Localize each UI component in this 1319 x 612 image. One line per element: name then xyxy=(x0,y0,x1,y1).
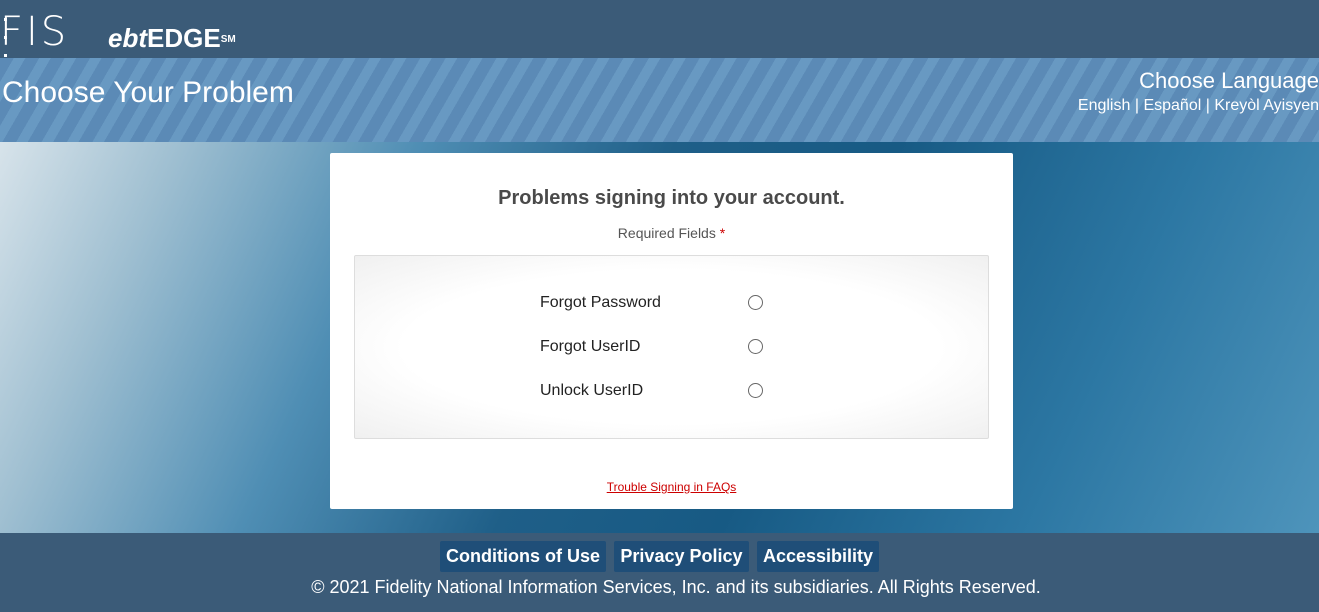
title-bar: Choose Your Problem Choose Language Engl… xyxy=(0,58,1319,142)
option-unlock-userid[interactable]: Unlock UserID xyxy=(540,380,780,404)
copyright-text: © 2021 Fidelity National Information Ser… xyxy=(311,577,1041,597)
logo-fis: FIS xyxy=(0,9,70,55)
language-title: Choose Language xyxy=(1139,68,1319,93)
logo-edge: EDGE xyxy=(147,23,221,53)
accessibility-link[interactable]: Accessibility xyxy=(756,541,880,572)
language-separator: | xyxy=(1205,97,1210,114)
option-forgot-password[interactable]: Forgot Password xyxy=(540,292,780,316)
logo-sm: SM xyxy=(220,34,236,45)
option-forgot-userid[interactable]: Forgot UserID xyxy=(540,336,780,360)
privacy-policy-link[interactable]: Privacy Policy xyxy=(614,541,749,572)
footer: Conditions of Use Privacy Policy Accessi… xyxy=(0,533,1319,612)
required-fields-label: Required Fields xyxy=(617,225,716,241)
required-star: * xyxy=(719,225,726,241)
language-kreyol-link[interactable]: Kreyòl Ayisyen xyxy=(1214,97,1319,114)
trouble-signing-faq-link[interactable]: Trouble Signing in FAQs xyxy=(607,480,737,494)
language-links: English | Español | Kreyòl Ayisyen xyxy=(1078,96,1319,116)
problem-card: Problems signing into your account. Requ… xyxy=(330,153,1013,509)
required-fields-note: Required Fields * xyxy=(330,225,1013,241)
logo-ebtedge: ebtEDGESM xyxy=(108,23,236,53)
footer-links: Conditions of Use Privacy Policy Accessi… xyxy=(0,541,1319,572)
option-label: Forgot UserID xyxy=(540,338,641,355)
option-label: Forgot Password xyxy=(540,294,661,311)
unlock-userid-radio[interactable] xyxy=(748,383,763,398)
conditions-of-use-link[interactable]: Conditions of Use xyxy=(439,541,606,572)
forgot-userid-radio[interactable] xyxy=(748,339,763,354)
option-label: Unlock UserID xyxy=(540,382,644,399)
card-title: Problems signing into your account. xyxy=(498,187,845,209)
language-english-link[interactable]: English xyxy=(1078,97,1130,114)
language-separator: | xyxy=(1134,97,1139,114)
top-header: FIS ebtEDGESM xyxy=(0,0,1319,129)
language-espanol-link[interactable]: Español xyxy=(1143,97,1201,114)
page-title: Choose Your Problem xyxy=(2,76,294,109)
faq-link-container: Trouble Signing in FAQs xyxy=(330,480,1013,494)
language-chooser: Choose Language English | Español | Krey… xyxy=(1078,68,1319,116)
forgot-password-radio[interactable] xyxy=(748,295,763,310)
problem-options: Forgot Password Forgot UserID Unlock Use… xyxy=(354,255,989,439)
logo-ebt: ebt xyxy=(108,23,147,53)
